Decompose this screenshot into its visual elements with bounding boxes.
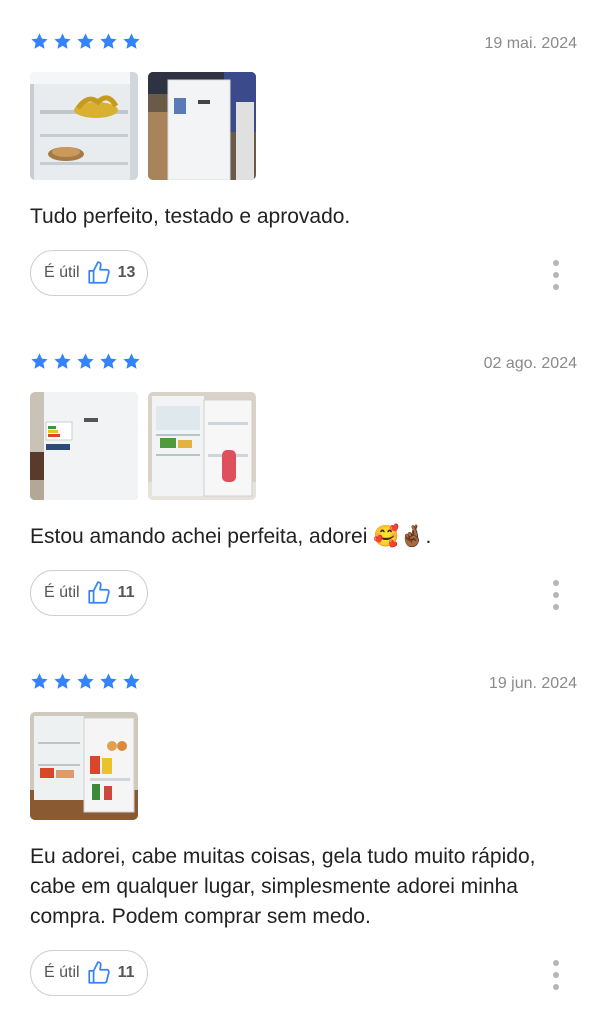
review-date: 02 ago. 2024 [483, 355, 577, 372]
more-options-icon[interactable] [549, 580, 563, 610]
star-rating [30, 32, 141, 51]
review-date: 19 mai. 2024 [484, 35, 577, 52]
review-photos [30, 712, 138, 820]
review-photo-fridge-exterior[interactable] [148, 72, 256, 180]
useful-count: 11 [117, 584, 135, 601]
useful-button[interactable]: É útil 13 [30, 250, 149, 296]
useful-count: 11 [117, 964, 135, 981]
review-photo-fridge-closed[interactable] [30, 392, 138, 500]
thumbs-up-icon [86, 960, 112, 986]
thumbs-up-icon [86, 260, 112, 286]
useful-count: 13 [117, 264, 136, 281]
review-photo-fridge-full[interactable] [30, 712, 138, 820]
star-icon [30, 32, 49, 51]
review-photos [30, 72, 256, 180]
review-text: Estou amando achei perfeita, adorei 🥰🤞🏾. [30, 525, 432, 548]
thumbs-up-icon [86, 580, 112, 606]
star-icon [99, 672, 118, 691]
more-options-icon[interactable] [549, 260, 563, 290]
star-icon [122, 672, 141, 691]
star-icon [99, 32, 118, 51]
useful-label: É útil [44, 964, 80, 981]
useful-label: É útil [44, 264, 80, 281]
review-photo-fridge-interior[interactable] [30, 72, 138, 180]
review-photo-fridge-open[interactable] [148, 392, 256, 500]
star-icon [30, 352, 49, 371]
star-icon [76, 352, 95, 371]
star-icon [53, 672, 72, 691]
useful-button[interactable]: É útil 11 [30, 950, 148, 996]
star-rating [30, 672, 141, 691]
star-icon [76, 32, 95, 51]
star-icon [30, 672, 49, 691]
review-text: Tudo perfeito, testado e aprovado. [30, 205, 351, 228]
review-photos [30, 392, 256, 500]
star-icon [53, 32, 72, 51]
star-icon [99, 352, 118, 371]
useful-label: É útil [44, 584, 80, 601]
review-date: 19 jun. 2024 [488, 675, 577, 692]
useful-button[interactable]: É útil 11 [30, 570, 148, 616]
star-rating [30, 352, 141, 371]
star-icon [76, 672, 95, 691]
star-icon [122, 352, 141, 371]
more-options-icon[interactable] [549, 960, 563, 990]
star-icon [122, 32, 141, 51]
review-text: Eu adorei, cabe muitas coisas, gela tudo… [30, 845, 536, 928]
star-icon [53, 352, 72, 371]
